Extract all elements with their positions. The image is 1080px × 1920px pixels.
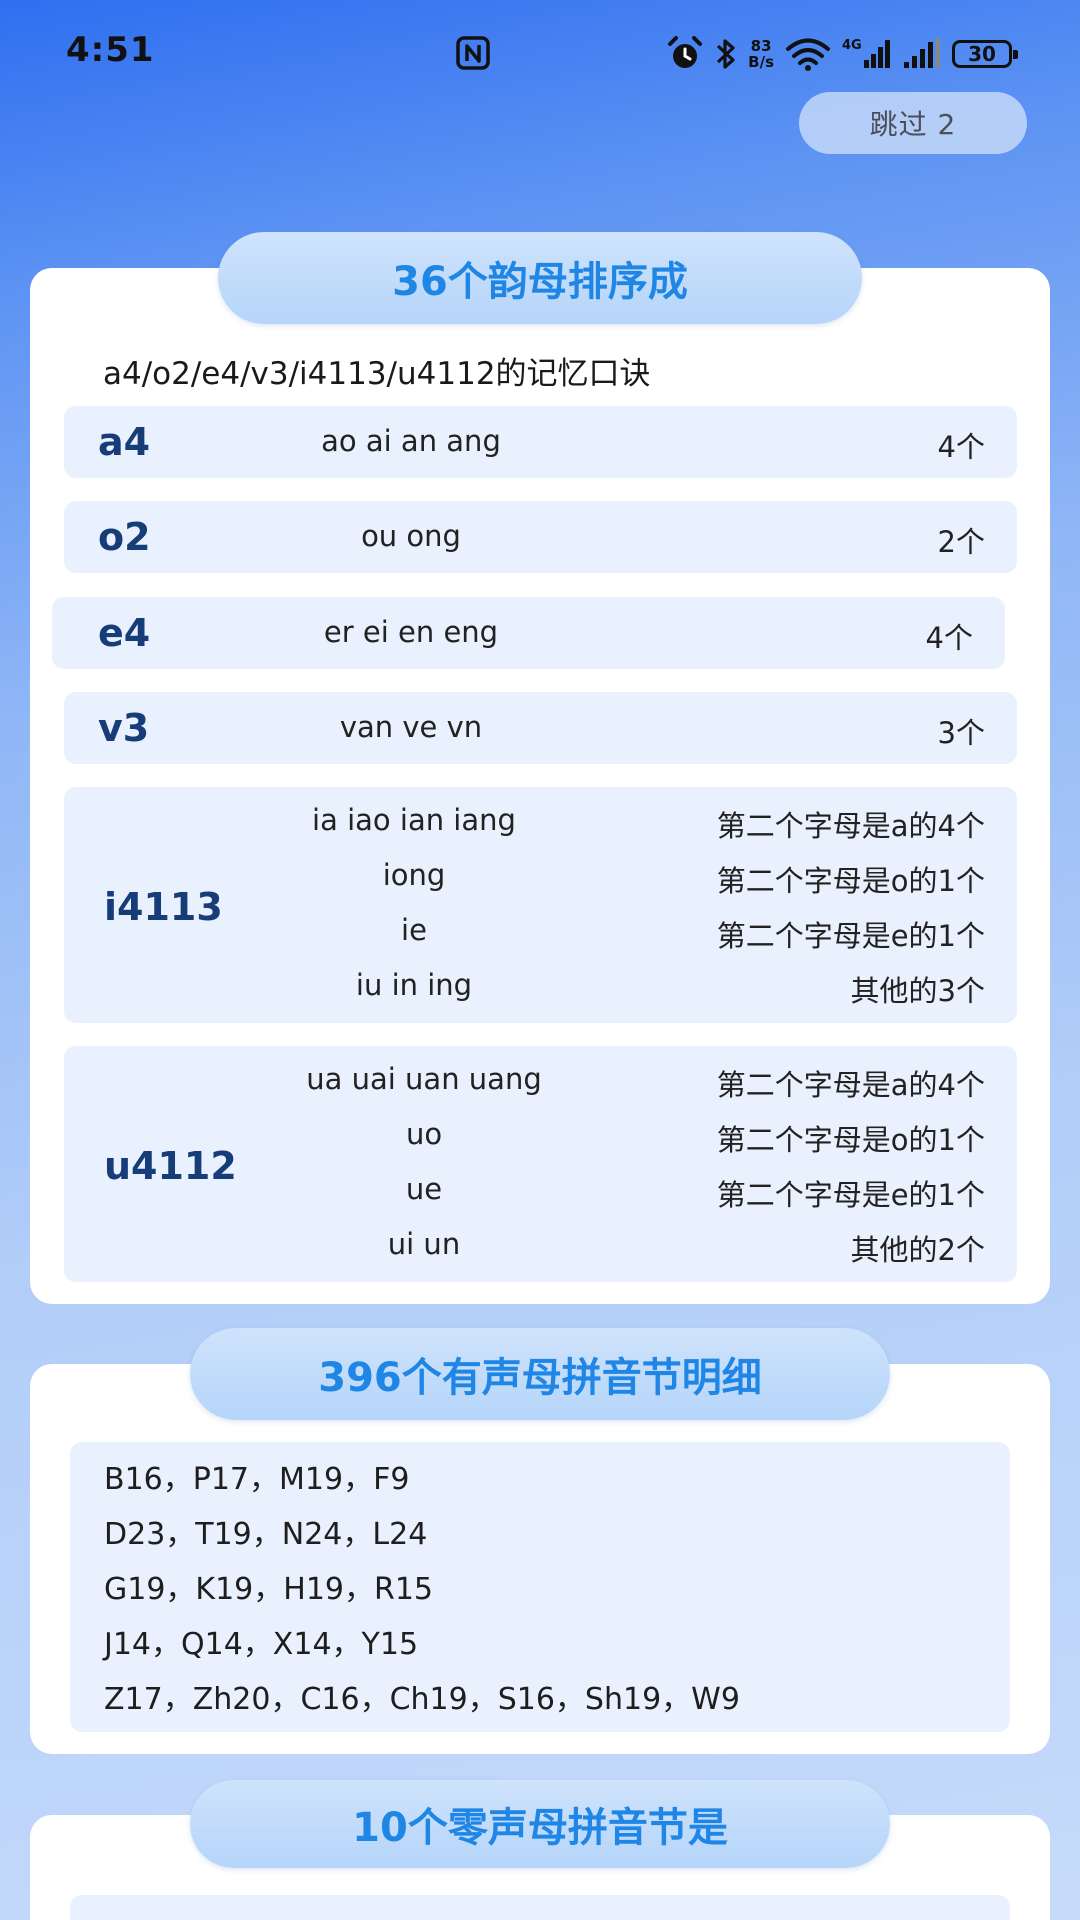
vowel-row-e4: e4 er ei en eng 4个 [52, 597, 1005, 669]
vowel-subtitle: a4/o2/e4/v3/i4113/u4112的记忆口诀 [103, 356, 651, 392]
network-speed-unit: B/s [748, 53, 774, 71]
group-line-note: 第二个字母是o的1个 [716, 1123, 985, 1157]
alarm-icon [668, 36, 703, 68]
group-line: iong 第二个字母是o的1个 [64, 858, 1017, 913]
row-count: 3个 [937, 716, 985, 750]
syllable-list: B16，P17，M19，F9 D23，T19，N24，L24 G19，K19，H… [70, 1442, 1010, 1732]
row-label: e4 [98, 611, 151, 655]
svg-text:4G: 4G [842, 38, 862, 53]
row-pinyin: ou ong [361, 519, 461, 553]
network-speed: 83 B/s [748, 38, 774, 70]
group-line-pinyin: iong [382, 858, 446, 892]
signal-4g-icon: 4G [842, 38, 890, 68]
group-line-note: 第二个字母是a的4个 [716, 1068, 985, 1102]
row-pinyin: er ei en eng [323, 615, 499, 649]
group-line-pinyin: ia iao ian iang [312, 803, 516, 837]
group-line-pinyin: ie [401, 913, 427, 947]
row-label: a4 [98, 420, 151, 464]
vowel-card-title: 36个韵母排序成 [218, 232, 862, 324]
wifi-icon [786, 38, 830, 71]
group-line-note: 第二个字母是e的1个 [716, 1178, 985, 1212]
group-line-pinyin: ui un [387, 1227, 461, 1261]
vowel-group-u4112: u4112 ua uai uan uang 第二个字母是a的4个 uo 第二个字… [64, 1046, 1017, 1282]
group-line-pinyin: iu in ing [355, 968, 473, 1002]
row-count: 4个 [937, 430, 985, 464]
group-line-note: 其他的3个 [850, 974, 985, 1008]
vowel-row-a4: a4 ao ai an ang 4个 [64, 406, 1017, 478]
group-line: ia iao ian iang 第二个字母是a的4个 [64, 803, 1017, 858]
group-line: iu in ing 其他的3个 [64, 968, 1017, 1023]
syllable-line: J14，Q14，X14，Y15 [104, 1627, 419, 1662]
skip-button[interactable]: 跳过 2 [799, 92, 1027, 154]
nfc-icon [456, 36, 490, 70]
status-icons: 83 B/s 4G 30 [666, 32, 1018, 76]
vowel-group-i4113: i4113 ia iao ian iang 第二个字母是a的4个 iong 第二… [64, 787, 1017, 1023]
group-line: ue 第二个字母是e的1个 [64, 1172, 1017, 1227]
row-pinyin: van ve vn [339, 710, 483, 744]
syllable-line: B16，P17，M19，F9 [104, 1462, 410, 1497]
zero-initial-card-title: 10个零声母拼音节是 [190, 1780, 890, 1868]
battery-icon: 30 [952, 40, 1018, 68]
row-count: 2个 [937, 525, 985, 559]
group-line-note: 第二个字母是e的1个 [716, 919, 985, 953]
group-line: uo 第二个字母是o的1个 [64, 1117, 1017, 1172]
signal-icon [904, 38, 940, 68]
vowel-row-v3: v3 van ve vn 3个 [64, 692, 1017, 764]
group-line-note: 第二个字母是a的4个 [716, 809, 985, 843]
bluetooth-icon [717, 39, 735, 69]
group-line: ie 第二个字母是e的1个 [64, 913, 1017, 968]
group-line-note: 其他的2个 [850, 1233, 985, 1267]
row-label: o2 [98, 515, 151, 559]
syllable-line: Z17，Zh20，C16，Ch19，S16，Sh19，W9 [104, 1682, 740, 1717]
row-count: 4个 [925, 621, 973, 655]
group-line-note: 第二个字母是o的1个 [716, 864, 985, 898]
row-label: v3 [98, 706, 150, 750]
group-line-pinyin: uo [405, 1117, 443, 1151]
group-line: ua uai uan uang 第二个字母是a的4个 [64, 1062, 1017, 1117]
group-line-pinyin: ue [405, 1172, 443, 1206]
row-pinyin: ao ai an ang [321, 424, 501, 458]
status-time: 4:51 [66, 30, 155, 70]
network-speed-value: 83 [750, 37, 772, 55]
group-line: ui un 其他的2个 [64, 1227, 1017, 1282]
syllable-line: D23，T19，N24，L24 [104, 1517, 428, 1552]
vowel-row-o2: o2 ou ong 2个 [64, 501, 1017, 573]
zero-initial-list [70, 1895, 1010, 1920]
syllable-card-title: 396个有声母拼音节明细 [190, 1328, 890, 1420]
syllable-line: G19，K19，H19，R15 [104, 1572, 434, 1607]
group-line-pinyin: ua uai uan uang [306, 1062, 542, 1096]
